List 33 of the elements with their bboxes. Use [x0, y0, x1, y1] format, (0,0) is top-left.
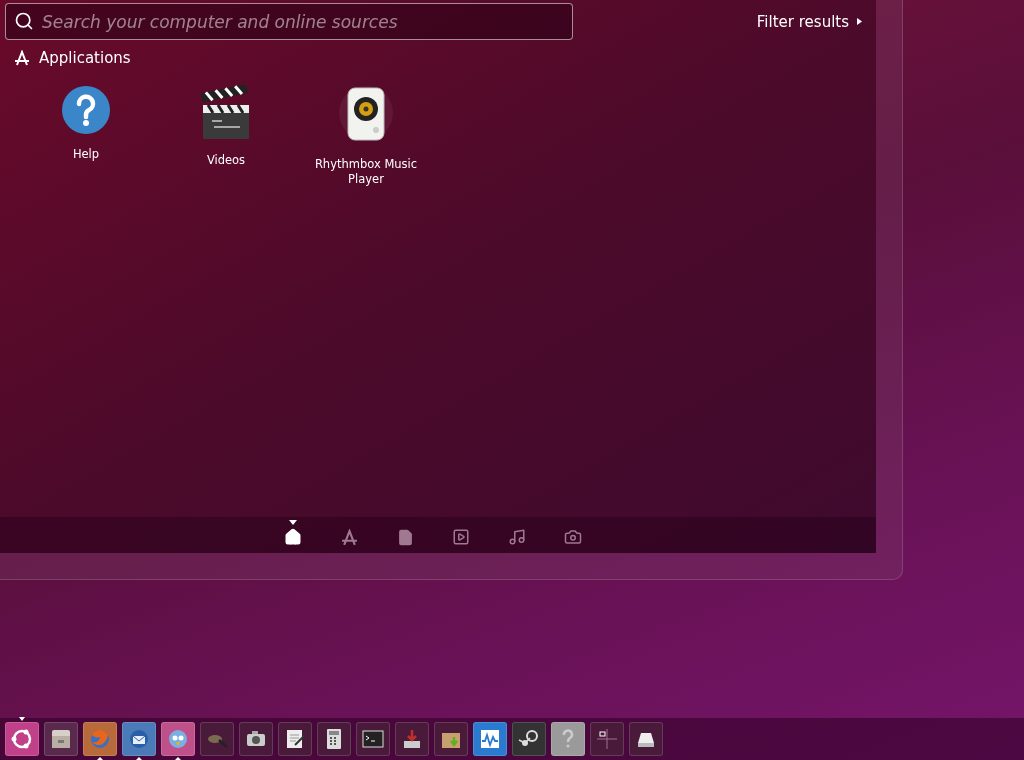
section-title: Applications — [39, 49, 131, 67]
home-icon — [284, 528, 302, 546]
bird-icon — [166, 727, 190, 751]
music-note-icon — [508, 528, 526, 546]
launcher-button[interactable] — [44, 722, 78, 756]
launcher-button[interactable] — [278, 722, 312, 756]
launcher-button[interactable] — [629, 722, 663, 756]
app-launcher-item[interactable]: Videos — [156, 85, 296, 187]
clapperboard-icon — [200, 85, 252, 141]
triangle-icon — [857, 18, 862, 25]
globe-icon — [88, 727, 112, 751]
launcher-button[interactable] — [512, 722, 546, 756]
terminal-icon — [361, 727, 385, 751]
file-icon — [396, 529, 414, 546]
search-field[interactable]: Search your computer and online sources — [5, 3, 573, 40]
question-mark-icon — [61, 85, 111, 135]
play-icon — [452, 528, 470, 546]
search-icon — [14, 11, 34, 31]
launcher-button[interactable] — [122, 722, 156, 756]
app-launcher-item[interactable]: Help — [16, 85, 156, 187]
camera-icon — [564, 528, 582, 546]
launcher-button[interactable] — [395, 722, 429, 756]
drawer-icon — [49, 727, 73, 751]
launcher-button[interactable] — [434, 722, 468, 756]
launcher-button[interactable] — [239, 722, 273, 756]
app-launcher-item[interactable]: Rhythmbox Music Player — [296, 85, 436, 187]
waveform-icon — [478, 727, 502, 751]
filter-results-button[interactable]: Filter results — [756, 8, 862, 35]
applications-icon — [340, 529, 358, 546]
applications-icon — [14, 50, 30, 66]
circle-swirl-icon — [10, 727, 34, 751]
workspace-grid-icon — [595, 727, 619, 751]
launcher-button[interactable] — [317, 722, 351, 756]
